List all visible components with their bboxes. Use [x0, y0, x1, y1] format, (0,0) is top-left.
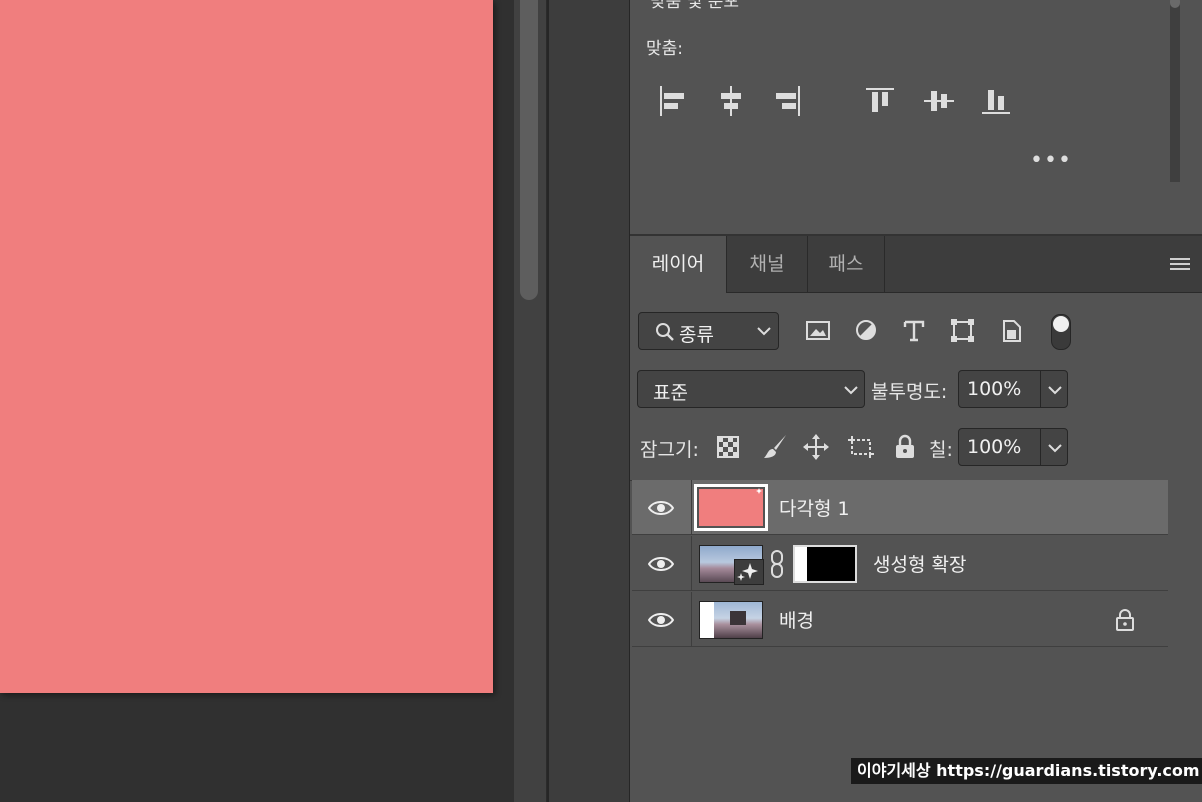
blend-mode-value: 표준 — [653, 382, 688, 404]
adjustment-filter-icon[interactable] — [855, 319, 879, 343]
tab-paths[interactable]: 패스 — [808, 236, 885, 292]
tab-layers[interactable]: 레이어 — [630, 236, 727, 293]
opacity-value: 100% — [967, 378, 1022, 400]
align-right-edges-icon[interactable] — [772, 86, 802, 116]
fill-label: 칠: — [929, 439, 953, 461]
align-left-edges-icon[interactable] — [658, 86, 688, 116]
eye-icon[interactable] — [648, 499, 674, 517]
lock-label: 잠그기: — [640, 439, 699, 461]
panel-menu-icon[interactable] — [1170, 258, 1190, 273]
chevron-down-icon — [757, 327, 771, 336]
layer-row-generative-expand[interactable]: 생성형 확장 — [632, 536, 1168, 591]
more-options-icon[interactable]: ••• — [1030, 148, 1072, 173]
filter-toggle-switch[interactable] — [1051, 314, 1071, 350]
shape-filter-icon[interactable] — [951, 319, 975, 343]
fill-value: 100% — [967, 436, 1022, 458]
lock-icon[interactable] — [1115, 608, 1135, 632]
layer-row-polygon[interactable]: 다각형 1 — [632, 480, 1168, 535]
layers-panel: 레이어 채널 패스 종류 표준 불투명도: 100% 잠그기: 칠: 100% … — [630, 236, 1202, 802]
layer-name[interactable]: 생성형 확장 — [873, 550, 966, 577]
watermark: 이야기세상 https://guardians.tistory.com — [851, 758, 1202, 784]
eye-icon[interactable] — [648, 611, 674, 629]
opacity-field[interactable]: 100% — [958, 370, 1068, 408]
lock-transparent-icon[interactable] — [717, 436, 739, 458]
pink-polygon-shape[interactable] — [0, 0, 493, 693]
align-vertical-centers-icon[interactable] — [924, 86, 954, 116]
opacity-label: 불투명도: — [871, 381, 948, 403]
image-filter-icon[interactable] — [806, 320, 832, 342]
type-filter-icon[interactable] — [903, 319, 927, 343]
fill-dropdown-icon[interactable] — [1048, 443, 1062, 453]
align-top-edges-icon[interactable] — [866, 86, 896, 116]
panel-dock-gutter — [547, 0, 632, 802]
layer-row-background[interactable]: 배경 — [632, 592, 1168, 647]
search-icon — [656, 323, 674, 341]
eye-icon[interactable] — [648, 555, 674, 573]
layer-name[interactable]: 다각형 1 — [779, 494, 850, 521]
align-panel-title: 맞춤 및 분포 — [650, 0, 740, 12]
link-chain-icon[interactable] — [769, 550, 785, 578]
lock-position-icon[interactable] — [803, 434, 829, 460]
fill-field[interactable]: 100% — [958, 428, 1068, 466]
blend-mode-select[interactable]: 표준 — [637, 370, 865, 408]
smart-object-filter-icon[interactable] — [1001, 319, 1023, 343]
generative-sparkle-icon — [737, 563, 758, 581]
tab-channels[interactable]: 채널 — [727, 236, 808, 292]
lock-image-icon[interactable] — [762, 434, 788, 460]
layer-thumbnail[interactable] — [694, 484, 768, 531]
align-label: 맞춤: — [646, 39, 684, 59]
layer-mask-thumbnail[interactable] — [793, 545, 857, 583]
lock-artboard-icon[interactable] — [847, 435, 875, 459]
scrollbar-thumb[interactable] — [520, 0, 538, 300]
panel-tabs: 레이어 채널 패스 — [630, 236, 1202, 293]
align-panel-scrollbar[interactable] — [1170, 0, 1180, 182]
layer-filter-kind-select[interactable]: 종류 — [638, 312, 779, 350]
align-horizontal-centers-icon[interactable] — [716, 86, 746, 116]
filter-kind-label: 종류 — [679, 324, 714, 346]
align-bottom-edges-icon[interactable] — [982, 86, 1012, 116]
layer-thumbnail[interactable] — [699, 545, 764, 585]
align-panel: 맞춤 및 분포 맞춤: ••• — [630, 0, 1202, 236]
document-canvas[interactable] — [0, 0, 514, 802]
chevron-down-icon — [844, 386, 858, 395]
opacity-dropdown-icon[interactable] — [1048, 385, 1062, 395]
canvas-vertical-scrollbar[interactable] — [514, 0, 547, 802]
lock-all-icon[interactable] — [894, 434, 916, 460]
layer-thumbnail[interactable] — [699, 601, 763, 639]
layer-name[interactable]: 배경 — [779, 606, 814, 633]
